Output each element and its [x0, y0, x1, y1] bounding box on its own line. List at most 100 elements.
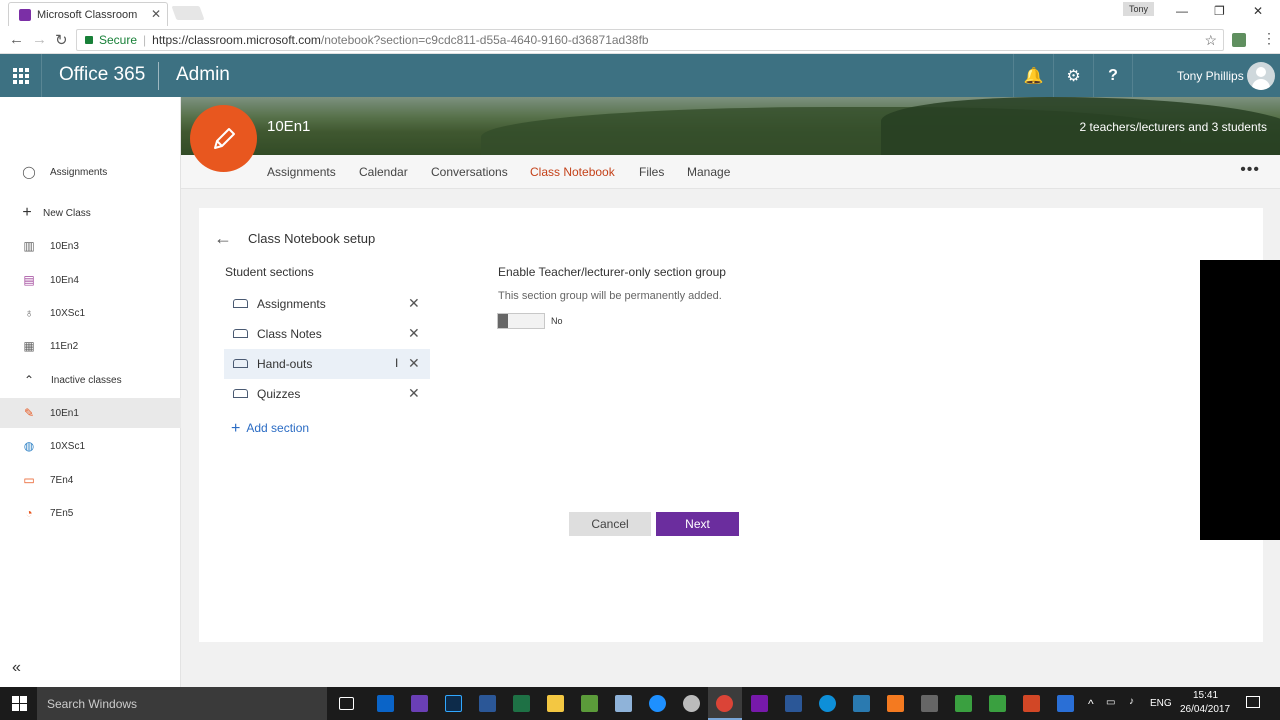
arrow-app-2-icon[interactable]: [989, 695, 1006, 712]
teamviewer-icon[interactable]: [819, 695, 836, 712]
battery-icon[interactable]: ▭: [1106, 697, 1115, 708]
sidebar-item-label: 10En3: [50, 240, 79, 252]
collapse-sidebar-icon[interactable]: «: [12, 659, 21, 677]
class-name: 10En1: [267, 118, 311, 135]
section-row-class-notes[interactable]: Class Notes ✕: [224, 319, 430, 349]
notepad-plus-icon[interactable]: [581, 695, 598, 712]
notifications-bell-icon[interactable]: 🔔: [1013, 54, 1053, 97]
tray-chevron-icon[interactable]: ^: [1088, 697, 1094, 711]
settings-app-icon[interactable]: [683, 695, 700, 712]
back-arrow-icon[interactable]: ←: [214, 228, 232, 249]
tab-manage[interactable]: Manage: [687, 165, 730, 179]
tab-class-notebook[interactable]: Class Notebook: [530, 165, 615, 179]
tab-assignments[interactable]: Assignments: [267, 165, 336, 179]
add-section-button[interactable]: + Add section: [231, 420, 309, 438]
generic-app-icon[interactable]: [615, 695, 632, 712]
forward-nav-icon[interactable]: →: [32, 31, 47, 48]
user-name[interactable]: Tony Phillips: [1177, 69, 1244, 83]
tab-files[interactable]: Files: [639, 165, 664, 179]
word-icon[interactable]: [479, 695, 496, 712]
sidebar-item-10xsc1[interactable]: ♁ 10XSc1: [0, 298, 181, 328]
toggle-state-label: No: [551, 316, 563, 326]
sidebar-item-10xsc1-inactive[interactable]: ◍ 10XSc1: [0, 431, 181, 461]
sidebar-item-new-class[interactable]: + New Class: [0, 198, 181, 228]
black-overlay-region: [1200, 260, 1280, 540]
class-pencil-badge: [190, 105, 257, 172]
settings-gear-icon[interactable]: ⚙: [1053, 54, 1093, 97]
sidebar-item-label: Assignments: [50, 166, 108, 178]
lightbulb-icon: ◯: [22, 165, 36, 179]
more-options-icon[interactable]: •••: [1240, 161, 1260, 179]
outlook-icon[interactable]: [377, 695, 394, 712]
excel-icon[interactable]: [513, 695, 530, 712]
app-title: Admin: [176, 64, 230, 85]
bookmark-star-icon[interactable]: ☆: [1204, 32, 1217, 49]
file-explorer-icon[interactable]: [547, 695, 564, 712]
tab-calendar[interactable]: Calendar: [359, 165, 408, 179]
visual-studio-icon[interactable]: [411, 695, 428, 712]
internet-explorer-icon[interactable]: [649, 695, 666, 712]
browser-tab[interactable]: Microsoft Classroom ✕: [8, 2, 168, 26]
section-tab-icon: [233, 389, 248, 398]
pencil-icon: [213, 127, 235, 149]
sidebar-item-10en4[interactable]: ▤ 10En4: [0, 265, 181, 295]
maximize-icon[interactable]: ❐: [1214, 4, 1225, 18]
tab-close-icon[interactable]: ✕: [151, 7, 161, 21]
section-row-assignments[interactable]: Assignments ✕: [224, 289, 430, 319]
snowflake-app-icon[interactable]: [1057, 695, 1074, 712]
clock-time[interactable]: 15:41: [1193, 690, 1218, 701]
onenote-icon[interactable]: [751, 695, 768, 712]
chrome-icon[interactable]: [716, 695, 733, 712]
language-indicator[interactable]: ENG: [1150, 698, 1172, 709]
minimize-icon[interactable]: —: [1176, 4, 1188, 18]
app-launcher-icon[interactable]: [0, 54, 42, 97]
powershell-icon[interactable]: [785, 695, 802, 712]
sidebar-item-10en1[interactable]: ✎ 10En1: [0, 398, 181, 428]
tools-icon[interactable]: [853, 695, 870, 712]
browser-toolbar: ← → ↻ Secure | https://classroom.microso…: [0, 26, 1280, 54]
brand-divider: [158, 62, 159, 90]
remove-section-icon[interactable]: ✕: [408, 355, 420, 372]
briefcase-icon: ▤: [23, 273, 35, 287]
new-tab-button[interactable]: [171, 6, 205, 20]
address-bar[interactable]: Secure | https://classroom.microsoft.com…: [76, 29, 1224, 51]
sidebar-item-10en3[interactable]: ▥ 10En3: [0, 231, 181, 261]
virtualbox-icon[interactable]: [921, 695, 938, 712]
help-icon[interactable]: ?: [1093, 54, 1133, 97]
back-nav-icon[interactable]: ←: [9, 31, 24, 48]
teacher-group-toggle[interactable]: [497, 313, 545, 329]
task-view-icon[interactable]: [339, 697, 354, 710]
remove-section-icon[interactable]: ✕: [408, 295, 420, 312]
photoshop-icon[interactable]: [445, 695, 462, 712]
volume-icon[interactable]: ♪: [1129, 696, 1134, 707]
sidebar-item-assignments[interactable]: ◯ Assignments: [0, 157, 181, 187]
clock-date[interactable]: 26/04/2017: [1180, 704, 1230, 715]
class-members[interactable]: 2 teachers/lecturers and 3 students: [1080, 120, 1267, 134]
sidebar-item-11en2[interactable]: ▦ 11En2: [0, 331, 181, 361]
cancel-button[interactable]: Cancel: [569, 512, 651, 536]
browser-menu-icon[interactable]: ⋮: [1262, 30, 1276, 47]
section-row-quizzes[interactable]: Quizzes ✕: [224, 379, 430, 409]
reload-icon[interactable]: ↻: [55, 31, 68, 49]
sidebar-item-7en4[interactable]: ▭ 7En4: [0, 465, 181, 495]
windows-search-box[interactable]: Search Windows: [37, 687, 327, 720]
section-row-hand-outs[interactable]: Hand-outs I ✕: [224, 349, 430, 379]
next-button[interactable]: Next: [656, 512, 739, 536]
keyboard-icon: ▭: [23, 473, 35, 487]
extension-icon[interactable]: [1232, 33, 1246, 47]
remove-section-icon[interactable]: ✕: [408, 325, 420, 342]
sidebar-item-inactive-classes[interactable]: ⌃ Inactive classes: [0, 365, 181, 395]
sidebar-item-7en5[interactable]: ◔ 7En5: [0, 498, 181, 528]
window-close-icon[interactable]: ✕: [1253, 4, 1263, 18]
tab-conversations[interactable]: Conversations: [431, 165, 508, 179]
remove-section-icon[interactable]: ✕: [408, 385, 420, 402]
avatar[interactable]: [1247, 62, 1275, 90]
profile-chip[interactable]: Tony: [1123, 2, 1155, 16]
browser-tabbar: Microsoft Classroom ✕ Tony — ❐ ✕: [0, 0, 1280, 26]
powerpoint-icon[interactable]: [1023, 695, 1040, 712]
office365-brand[interactable]: Office 365: [59, 64, 145, 86]
action-center-icon[interactable]: [1246, 696, 1260, 708]
windows-start-icon[interactable]: [12, 696, 27, 711]
arrow-app-icon[interactable]: [955, 695, 972, 712]
xampp-icon[interactable]: [887, 695, 904, 712]
